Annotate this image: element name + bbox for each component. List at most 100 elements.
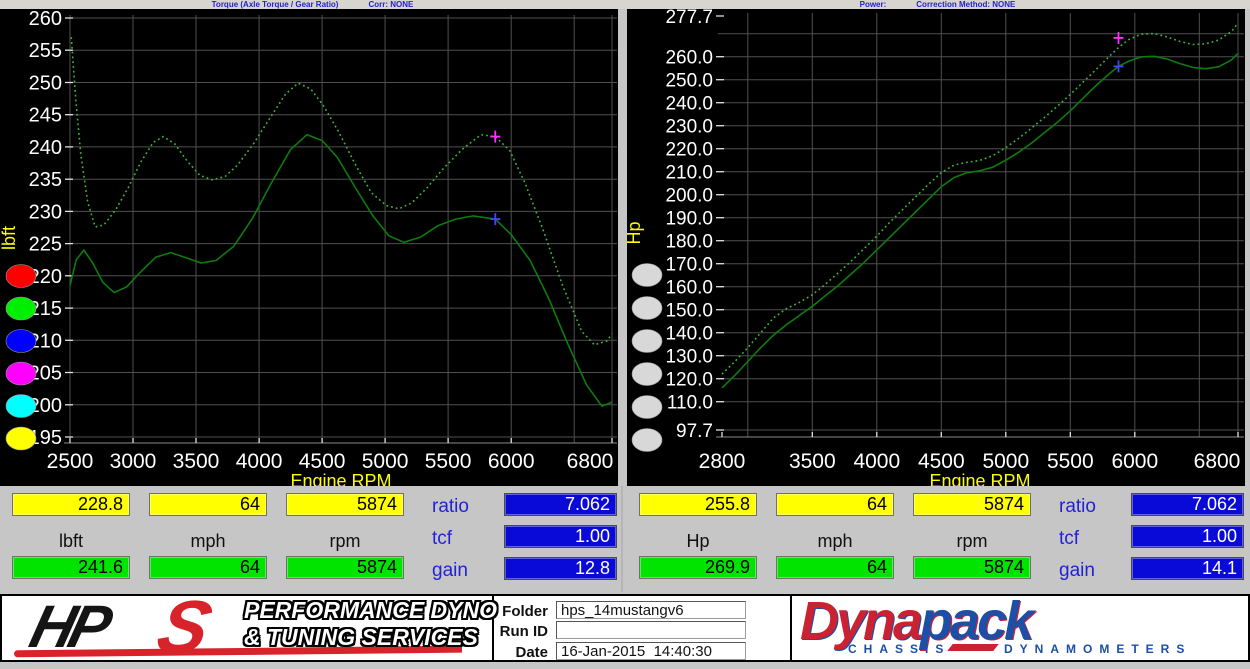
power-unit-label: Hp: [686, 531, 710, 551]
torque-run-current-solid: [69, 133, 613, 408]
x-tick-label: 3500: [789, 450, 836, 473]
power-run-reference-dotted: [721, 22, 1239, 375]
ratio-value: 7.062: [1131, 493, 1244, 516]
trace-color-button[interactable]: [631, 329, 663, 353]
hps-logo-s: S: [149, 585, 216, 668]
torque-unit-label: lbft: [58, 531, 83, 551]
trace-color-button[interactable]: [631, 395, 663, 419]
y-tick-label: 240.0: [665, 94, 713, 115]
ratio-value: 7.062: [504, 493, 617, 516]
trace-color-button[interactable]: [631, 362, 663, 386]
gain-label: gain: [432, 560, 468, 581]
trace-color-button[interactable]: [5, 329, 37, 353]
dynapack-swoosh: [947, 644, 999, 651]
y-tick-label: 150.0: [665, 301, 713, 322]
y-tick-label: 170.0: [665, 255, 713, 276]
y-tick-label: 140.0: [665, 324, 713, 345]
footer-bar: HP S PERFORMANCE DYNO & TUNING SERVICES …: [0, 585, 1250, 668]
dynapack-dynamometers-text: DYNAMOMETERS: [1004, 642, 1192, 656]
tcf-value: 1.00: [504, 525, 617, 548]
x-tick-label: 5500: [1047, 450, 1094, 473]
y-tick-label: 260: [29, 9, 62, 30]
x-tick-label: 6000: [1111, 450, 1158, 473]
power-chart-title: Power:: [859, 0, 887, 9]
x-tick-label: 3500: [173, 450, 220, 473]
y-tick-label: 130.0: [665, 347, 713, 368]
tcf-label: tcf: [432, 528, 453, 549]
rpm-unit-label: rpm: [329, 531, 361, 551]
torque-chart-title: Torque (Axle Torque / Gear Ratio): [211, 0, 339, 9]
speed-live-value: 64: [149, 493, 267, 516]
power-correction-status: Correction Method: NONE: [916, 0, 1016, 9]
y-axis-title: Hp: [627, 221, 644, 244]
run-id-label: Run ID: [499, 623, 548, 640]
torque-chart-panel[interactable]: 260 255 250 245 240 235 230 225 220 215 210 205 200 1…: [0, 9, 618, 486]
speed-peak-value: 64: [149, 556, 267, 579]
torque-peak-value: 241.6: [12, 556, 130, 579]
date-input[interactable]: [556, 642, 746, 660]
y-tick-label: 190.0: [665, 209, 713, 230]
footer-divider-right: [790, 596, 792, 660]
speed-live-value: 64: [776, 493, 894, 516]
speed-peak-value: 64: [776, 556, 894, 579]
x-tick-label: 5000: [982, 450, 1029, 473]
dynapack-chassis-text: CHASSIS: [848, 642, 951, 656]
torque-readout-panel: 228.8 64 5874 lbft mph rpm 241.6 64 5874…: [0, 486, 618, 592]
trace-color-button[interactable]: [5, 361, 37, 386]
rpm-unit-label: rpm: [956, 531, 988, 551]
x-tick-label: 6800: [567, 450, 614, 473]
run-id-input[interactable]: [556, 621, 746, 639]
folder-input[interactable]: [556, 601, 746, 619]
gain-value: 12.8: [504, 557, 617, 580]
trace-color-button[interactable]: [631, 296, 663, 320]
trace-color-button[interactable]: [5, 296, 37, 321]
y-tick-label: 235: [29, 169, 62, 191]
y-tick-label: 225: [29, 234, 62, 256]
y-tick-label: 97.7: [676, 421, 713, 442]
power-chart-plot[interactable]: 277.7 260.0250.0240.0230.0220.0210.0200.0…: [627, 9, 1245, 486]
y-tick-label: 250: [29, 73, 62, 95]
torque-chart-plot[interactable]: 2602552502452402352302252202152102052001…: [0, 9, 618, 486]
y-tick-label: 200.0: [665, 186, 713, 207]
x-tick-label: 5500: [425, 450, 472, 473]
power-live-value: 255.8: [639, 493, 757, 516]
folder-label: Folder: [502, 603, 548, 620]
speed-unit-label: mph: [190, 531, 226, 551]
tcf-label: tcf: [1059, 528, 1080, 549]
y-tick-label: 220.0: [665, 140, 713, 161]
x-tick-label: 5000: [362, 450, 409, 473]
y-axis-title: lbft: [0, 226, 19, 250]
speed-unit-label: mph: [817, 531, 853, 551]
trace-color-button[interactable]: [631, 428, 663, 452]
ratio-label: ratio: [432, 496, 469, 517]
trace-color-button[interactable]: [631, 263, 663, 287]
torque-chart-header: Torque (Axle Torque / Gear Ratio) Corr: …: [0, 0, 625, 9]
y-tick-label: 230: [29, 201, 62, 223]
x-tick-label: 4500: [299, 450, 346, 473]
x-tick-label: 4000: [853, 450, 900, 473]
power-run-current-solid: [721, 52, 1239, 389]
x-tick-label: 4500: [918, 450, 965, 473]
x-tick-label: 6000: [488, 450, 535, 473]
rpm-live-value: 5874: [286, 493, 404, 516]
y-tick-label: 160.0: [665, 278, 713, 299]
y-tick-label: 230.0: [665, 117, 713, 138]
trace-color-button[interactable]: [5, 264, 37, 288]
y-tick-label: 120.0: [665, 370, 713, 391]
readout-divider: [621, 486, 623, 592]
torque-correction-status: Corr: NONE: [368, 0, 414, 9]
power-peak-value: 269.9: [639, 556, 757, 579]
trace-color-button[interactable]: [5, 394, 37, 418]
rpm-live-value: 5874: [913, 493, 1031, 516]
trace-color-button[interactable]: [5, 426, 37, 451]
x-axis-title: Engine RPM: [290, 471, 391, 486]
power-readout-panel: 255.8 64 5874 Hp mph rpm 269.9 64 5874 r…: [627, 486, 1245, 592]
x-axis-title: Engine RPM: [929, 471, 1030, 486]
gain-label: gain: [1059, 560, 1095, 581]
x-tick-label: 3000: [110, 450, 157, 473]
y-tick-label: 240: [29, 137, 62, 159]
rpm-peak-value: 5874: [286, 556, 404, 579]
date-label: Date: [515, 644, 548, 661]
power-chart-panel[interactable]: 277.7 260.0 250.0 240.0 230.0 220.0 210.0 200.0…: [627, 9, 1245, 486]
y-tick-label: 180.0: [665, 232, 713, 253]
